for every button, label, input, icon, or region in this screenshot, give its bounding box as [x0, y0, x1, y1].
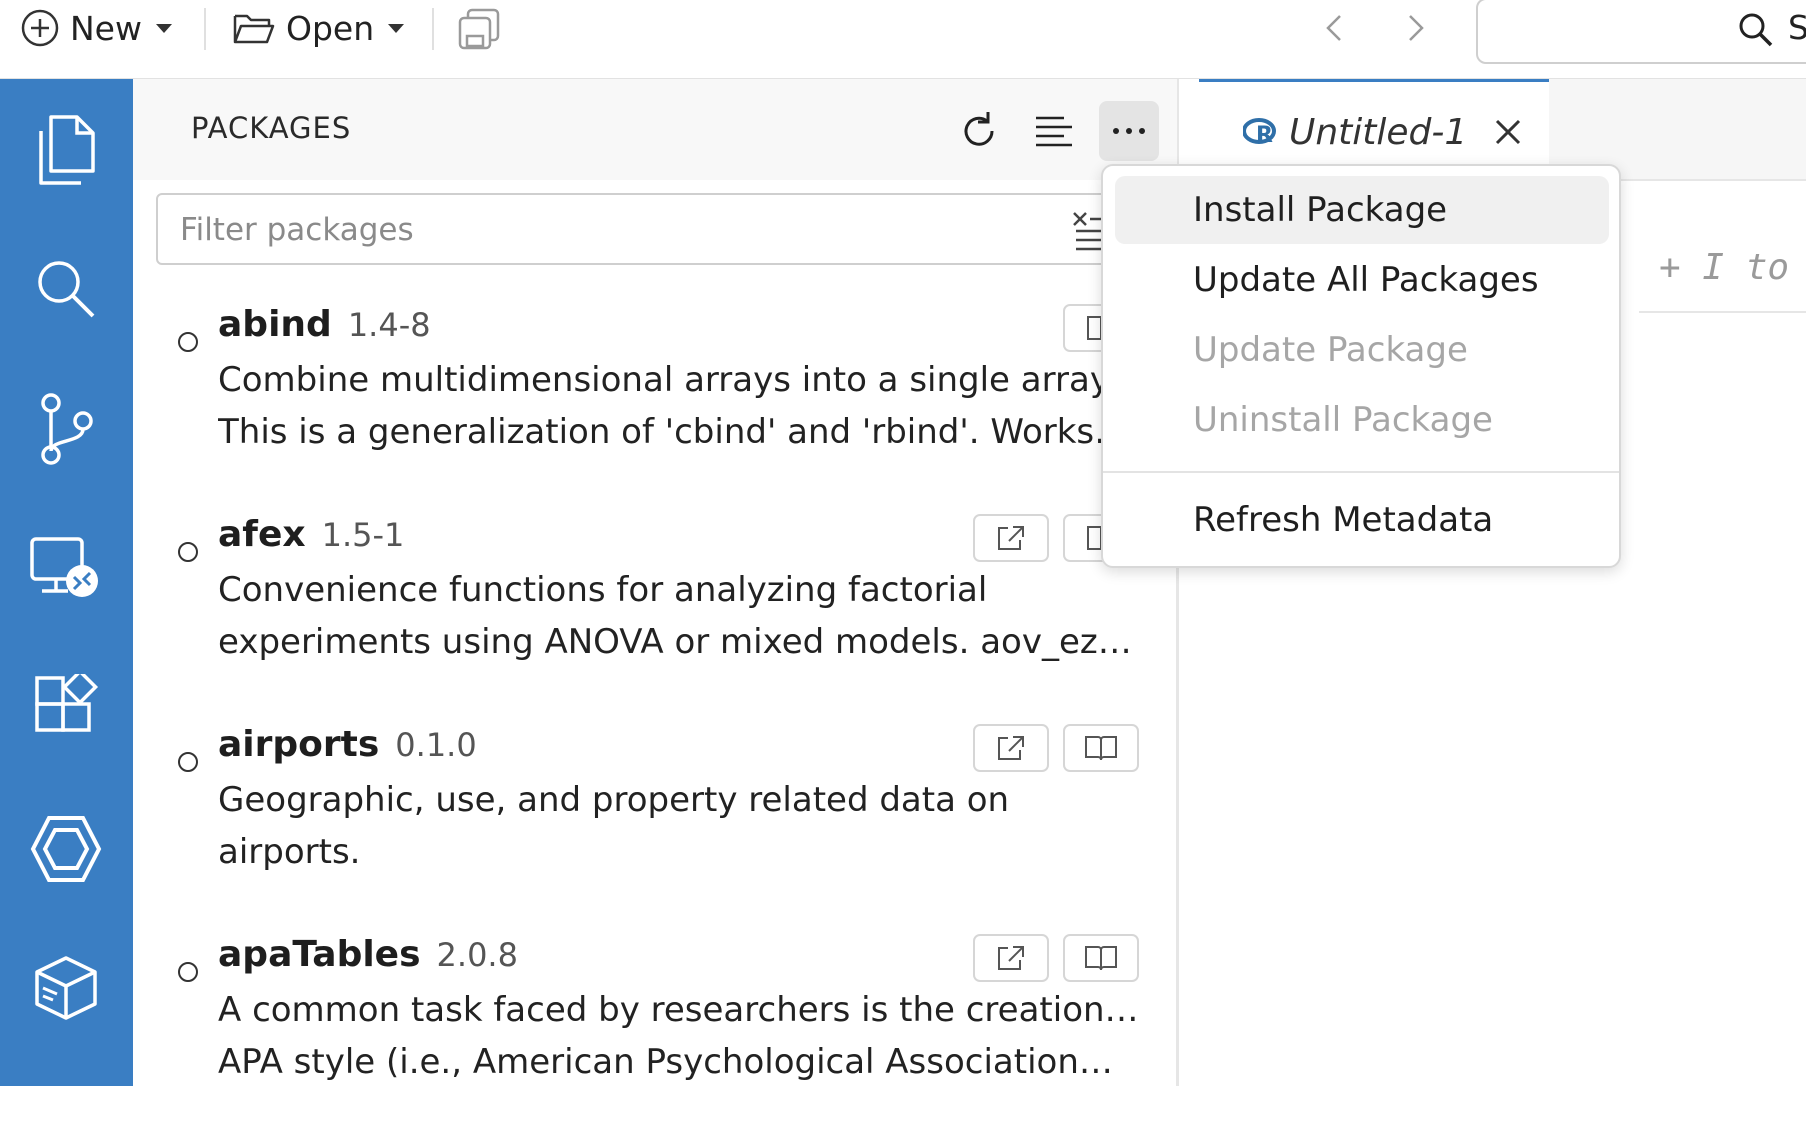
package-item-afex[interactable]: afex 1.5-1 Convenience functions for anal…: [133, 514, 1177, 714]
list-icon: [1036, 116, 1072, 147]
ellipsis-icon: [1113, 128, 1145, 134]
packages-panel-header: PACKAGES: [133, 79, 1177, 180]
activity-bar: [0, 79, 133, 1086]
close-icon[interactable]: [1493, 117, 1523, 147]
package-description: Convenience functions for analyzing fact…: [218, 570, 1132, 662]
open-website-button[interactable]: [973, 934, 1049, 982]
open-website-button[interactable]: [973, 724, 1049, 772]
toolbar-divider: [204, 8, 206, 50]
refresh-icon: [964, 112, 994, 146]
plus-circle-icon: [21, 9, 59, 47]
save-all-button[interactable]: [456, 0, 504, 56]
package-radio[interactable]: [178, 542, 198, 562]
external-link-icon: [998, 946, 1024, 970]
menu-item-update-package: Update Package: [1193, 330, 1468, 370]
extensions-icon[interactable]: [26, 669, 106, 749]
package-item-airports[interactable]: airports 0.1.0 Geographic, use, and prope…: [133, 724, 1177, 924]
package-item-abind[interactable]: abind 1.4-8 Combine multidimensional arra…: [133, 304, 1177, 504]
editor-hint: + I to g: [1659, 247, 1806, 288]
panel-title: PACKAGES: [191, 111, 352, 145]
package-radio[interactable]: [178, 962, 198, 982]
new-button[interactable]: New: [20, 0, 172, 56]
save-all-icon: [458, 8, 500, 50]
toolbar-divider: [432, 8, 434, 50]
package-version: 1.4-8: [347, 306, 431, 344]
book-icon: [1085, 736, 1117, 761]
refresh-button[interactable]: [949, 101, 1009, 161]
package-version: 1.5-1: [321, 516, 405, 554]
package-name: afex 1.5-1: [218, 514, 405, 555]
search-text: S: [1788, 8, 1806, 47]
search-icon: [1739, 13, 1773, 47]
explorer-icon[interactable]: [26, 111, 106, 191]
menu-item-refresh-metadata[interactable]: Refresh Metadata: [1115, 486, 1609, 554]
forward-arrow-icon[interactable]: [1396, 10, 1432, 46]
chevron-down-icon: [388, 23, 405, 33]
filter-packages-field[interactable]: [156, 193, 1136, 265]
editor-text-area[interactable]: + I to g: [1639, 179, 1806, 397]
package-radio[interactable]: [178, 752, 198, 772]
package-version: 2.0.8: [436, 936, 518, 974]
more-actions-menu: Install Package Update All Packages Upda…: [1101, 164, 1621, 568]
more-actions-button[interactable]: [1099, 101, 1159, 161]
package-description: A common task faced by researchers is th…: [218, 990, 1143, 1082]
external-link-icon: [998, 736, 1024, 760]
package-version: 0.1.0: [395, 726, 477, 764]
external-link-icon: [998, 526, 1024, 550]
package-radio[interactable]: [178, 332, 198, 352]
package-name: apaTables 2.0.8: [218, 934, 518, 975]
package-description: Combine multidimensional arrays into a s…: [218, 360, 1129, 452]
remote-explorer-icon[interactable]: [26, 529, 106, 609]
top-toolbar: New Open S: [0, 0, 1806, 79]
open-website-button[interactable]: [973, 514, 1049, 562]
chevron-down-icon: [155, 23, 172, 33]
source-control-icon[interactable]: [26, 389, 106, 469]
package-name: airports 0.1.0: [218, 724, 477, 765]
back-arrow-icon[interactable]: [1318, 10, 1354, 46]
menu-item-uninstall-package: Uninstall Package: [1193, 400, 1493, 440]
menu-separator: [1103, 471, 1619, 473]
book-icon: [1085, 946, 1117, 971]
open-label: Open: [286, 8, 375, 48]
menu-item-update-all-packages[interactable]: Update All Packages: [1115, 246, 1609, 314]
svg-text:R: R: [1256, 123, 1273, 147]
folder-open-icon: [233, 14, 275, 44]
open-help-button[interactable]: [1063, 724, 1139, 772]
tab-label: Untitled-1: [1289, 111, 1468, 153]
positron-connections-icon[interactable]: [26, 809, 106, 889]
new-label: New: [70, 8, 142, 48]
open-help-button[interactable]: [1063, 934, 1139, 982]
open-button[interactable]: Open: [232, 0, 405, 56]
line-highlight: [1639, 311, 1806, 313]
package-item-apatables[interactable]: apaTables 2.0.8 A common task faced by re…: [133, 934, 1177, 1134]
r-language-icon: R: [1243, 118, 1276, 147]
search-icon[interactable]: [26, 249, 106, 329]
collapse-list-button[interactable]: [1024, 101, 1084, 161]
packages-icon[interactable]: [26, 949, 106, 1029]
menu-item-install-package[interactable]: Install Package: [1115, 176, 1609, 244]
command-search-box[interactable]: S: [1476, 0, 1806, 64]
packages-panel: PACKAGES Filter packages abind 1.4-8 Com…: [133, 79, 1178, 1086]
filter-packages-input[interactable]: [178, 205, 1042, 255]
package-description: Geographic, use, and property related da…: [218, 780, 1010, 872]
package-name: abind 1.4-8: [218, 304, 431, 345]
